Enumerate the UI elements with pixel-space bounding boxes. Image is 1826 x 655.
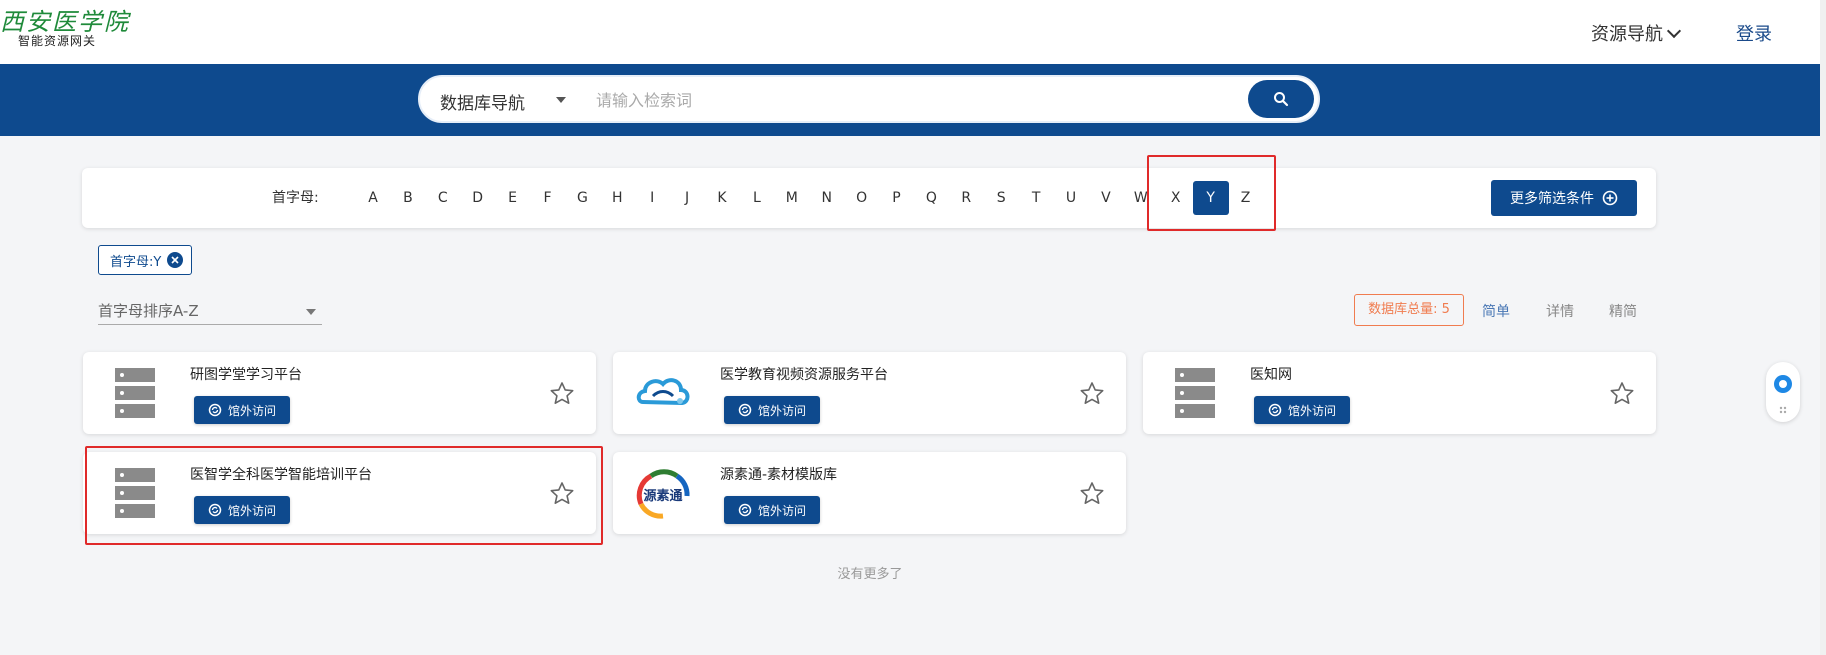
offsite-access-button[interactable]: 馆外访问 <box>724 496 820 524</box>
star-icon[interactable] <box>1608 380 1636 408</box>
more-filters-button[interactable]: 更多筛选条件 <box>1491 180 1637 216</box>
database-title[interactable]: 医智学全科医学智能培训平台 <box>190 464 372 484</box>
letter-l[interactable]: L <box>742 185 772 211</box>
database-title[interactable]: 源素通-素材模版库 <box>720 464 837 484</box>
server-icon <box>1163 366 1223 420</box>
letter-r[interactable]: R <box>951 185 981 211</box>
nav-resource-label: 资源导航 <box>1591 24 1663 45</box>
server-icon <box>103 366 163 420</box>
database-total-badge: 数据库总量: 5 <box>1354 294 1464 326</box>
search-icon <box>1274 92 1289 107</box>
database-card[interactable]: 研图学堂学习平台 馆外访问 <box>83 352 596 434</box>
offsite-access-label: 馆外访问 <box>757 503 806 518</box>
letter-v[interactable]: V <box>1091 185 1121 211</box>
more-filters-label: 更多筛选条件 <box>1510 191 1594 207</box>
refresh-icon <box>738 503 752 517</box>
sort-select[interactable]: 首字母排序A-Z <box>98 300 322 325</box>
offsite-access-label: 馆外访问 <box>227 403 276 418</box>
nav-resource-dropdown[interactable]: 资源导航 <box>1591 20 1682 46</box>
site-logo-subtitle: 智能资源网关 <box>18 34 97 48</box>
caret-down-icon <box>556 97 566 103</box>
yuansutong-logo-icon: 源素通 <box>633 466 693 520</box>
top-header: 西安医学院 智能资源网关 资源导航 登录 <box>0 0 1820 64</box>
letter-t[interactable]: T <box>1021 185 1051 211</box>
yuansutong-logo-text: 源素通 <box>643 488 682 504</box>
database-title[interactable]: 医学教育视频资源服务平台 <box>720 364 888 384</box>
letter-y[interactable]: Y <box>1192 181 1229 215</box>
letter-d[interactable]: D <box>463 185 493 211</box>
search-category-select[interactable]: 数据库导航 <box>440 89 566 114</box>
letter-c[interactable]: C <box>428 185 458 211</box>
database-title[interactable]: 研图学堂学习平台 <box>190 364 302 384</box>
letter-n[interactable]: N <box>812 185 842 211</box>
caret-down-icon <box>306 309 316 315</box>
letter-e[interactable]: E <box>498 185 528 211</box>
letter-o[interactable]: O <box>847 185 877 211</box>
offsite-access-button[interactable]: 馆外访问 <box>1254 396 1350 424</box>
floating-chat-widget[interactable] <box>1766 362 1800 422</box>
page-scrollbar[interactable] <box>1820 0 1826 655</box>
refresh-icon <box>208 503 222 517</box>
star-icon[interactable] <box>548 380 576 408</box>
database-card[interactable]: 医学教育视频资源服务平台 馆外访问 <box>613 352 1126 434</box>
close-icon <box>171 256 179 264</box>
star-icon[interactable] <box>1078 380 1106 408</box>
database-card[interactable]: 医知网 馆外访问 <box>1143 352 1656 434</box>
star-icon[interactable] <box>1078 480 1106 508</box>
letter-i[interactable]: I <box>637 185 667 211</box>
server-icon <box>103 466 163 520</box>
letter-w[interactable]: W <box>1126 185 1156 211</box>
offsite-access-button[interactable]: 馆外访问 <box>194 496 290 524</box>
active-filter-chip: 首字母:Y <box>98 245 193 275</box>
chat-icon <box>1774 375 1792 393</box>
database-card[interactable]: 源素通 源素通-素材模版库 馆外访问 <box>613 452 1126 534</box>
remove-filter-button[interactable] <box>167 252 184 268</box>
cloud-logo-icon <box>633 366 693 420</box>
sort-label: 首字母排序A-Z <box>98 302 199 320</box>
search-category-label: 数据库导航 <box>440 94 525 114</box>
letter-j[interactable]: J <box>672 185 702 211</box>
letter-f[interactable]: F <box>533 185 563 211</box>
drag-handle-icon <box>1779 406 1787 414</box>
letter-a[interactable]: A <box>358 185 388 211</box>
view-simple[interactable]: 简单 <box>1482 301 1510 321</box>
letter-g[interactable]: G <box>567 185 597 211</box>
no-more-text: 没有更多了 <box>837 567 903 582</box>
database-title[interactable]: 医知网 <box>1250 364 1292 384</box>
offsite-access-label: 馆外访问 <box>227 503 276 518</box>
letter-x[interactable]: X <box>1161 185 1191 211</box>
offsite-access-button[interactable]: 馆外访问 <box>724 396 820 424</box>
letter-k[interactable]: K <box>707 185 737 211</box>
database-card[interactable]: 医智学全科医学智能培训平台 馆外访问 <box>83 452 596 534</box>
active-filter-label: 首字母:Y <box>110 254 162 270</box>
login-link[interactable]: 登录 <box>1736 20 1772 46</box>
view-compact[interactable]: 精简 <box>1609 301 1637 321</box>
initial-letter-filter: 首字母: ABCDEFGHIJKLMNOPQRSTUVWXYZ 更多筛选条件 <box>82 168 1656 228</box>
refresh-icon <box>1268 403 1282 417</box>
search-button[interactable] <box>1248 80 1314 118</box>
letter-h[interactable]: H <box>602 185 632 211</box>
offsite-access-button[interactable]: 馆外访问 <box>194 396 290 424</box>
letter-s[interactable]: S <box>986 185 1016 211</box>
refresh-icon <box>208 403 222 417</box>
search-bar: 数据库导航 <box>418 75 1320 123</box>
letter-filter-label: 首字母: <box>272 190 319 206</box>
letter-p[interactable]: P <box>882 185 912 211</box>
letter-b[interactable]: B <box>393 185 423 211</box>
offsite-access-label: 馆外访问 <box>1287 403 1336 418</box>
letter-m[interactable]: M <box>777 185 807 211</box>
star-icon[interactable] <box>548 480 576 508</box>
search-input[interactable] <box>594 85 1158 115</box>
chevron-down-icon <box>1666 23 1682 39</box>
letter-u[interactable]: U <box>1056 185 1086 211</box>
refresh-icon <box>738 403 752 417</box>
offsite-access-label: 馆外访问 <box>757 403 806 418</box>
plus-circle-icon <box>1602 190 1618 206</box>
view-detail[interactable]: 详情 <box>1546 301 1574 321</box>
letter-z[interactable]: Z <box>1231 185 1261 211</box>
letter-q[interactable]: Q <box>916 185 946 211</box>
